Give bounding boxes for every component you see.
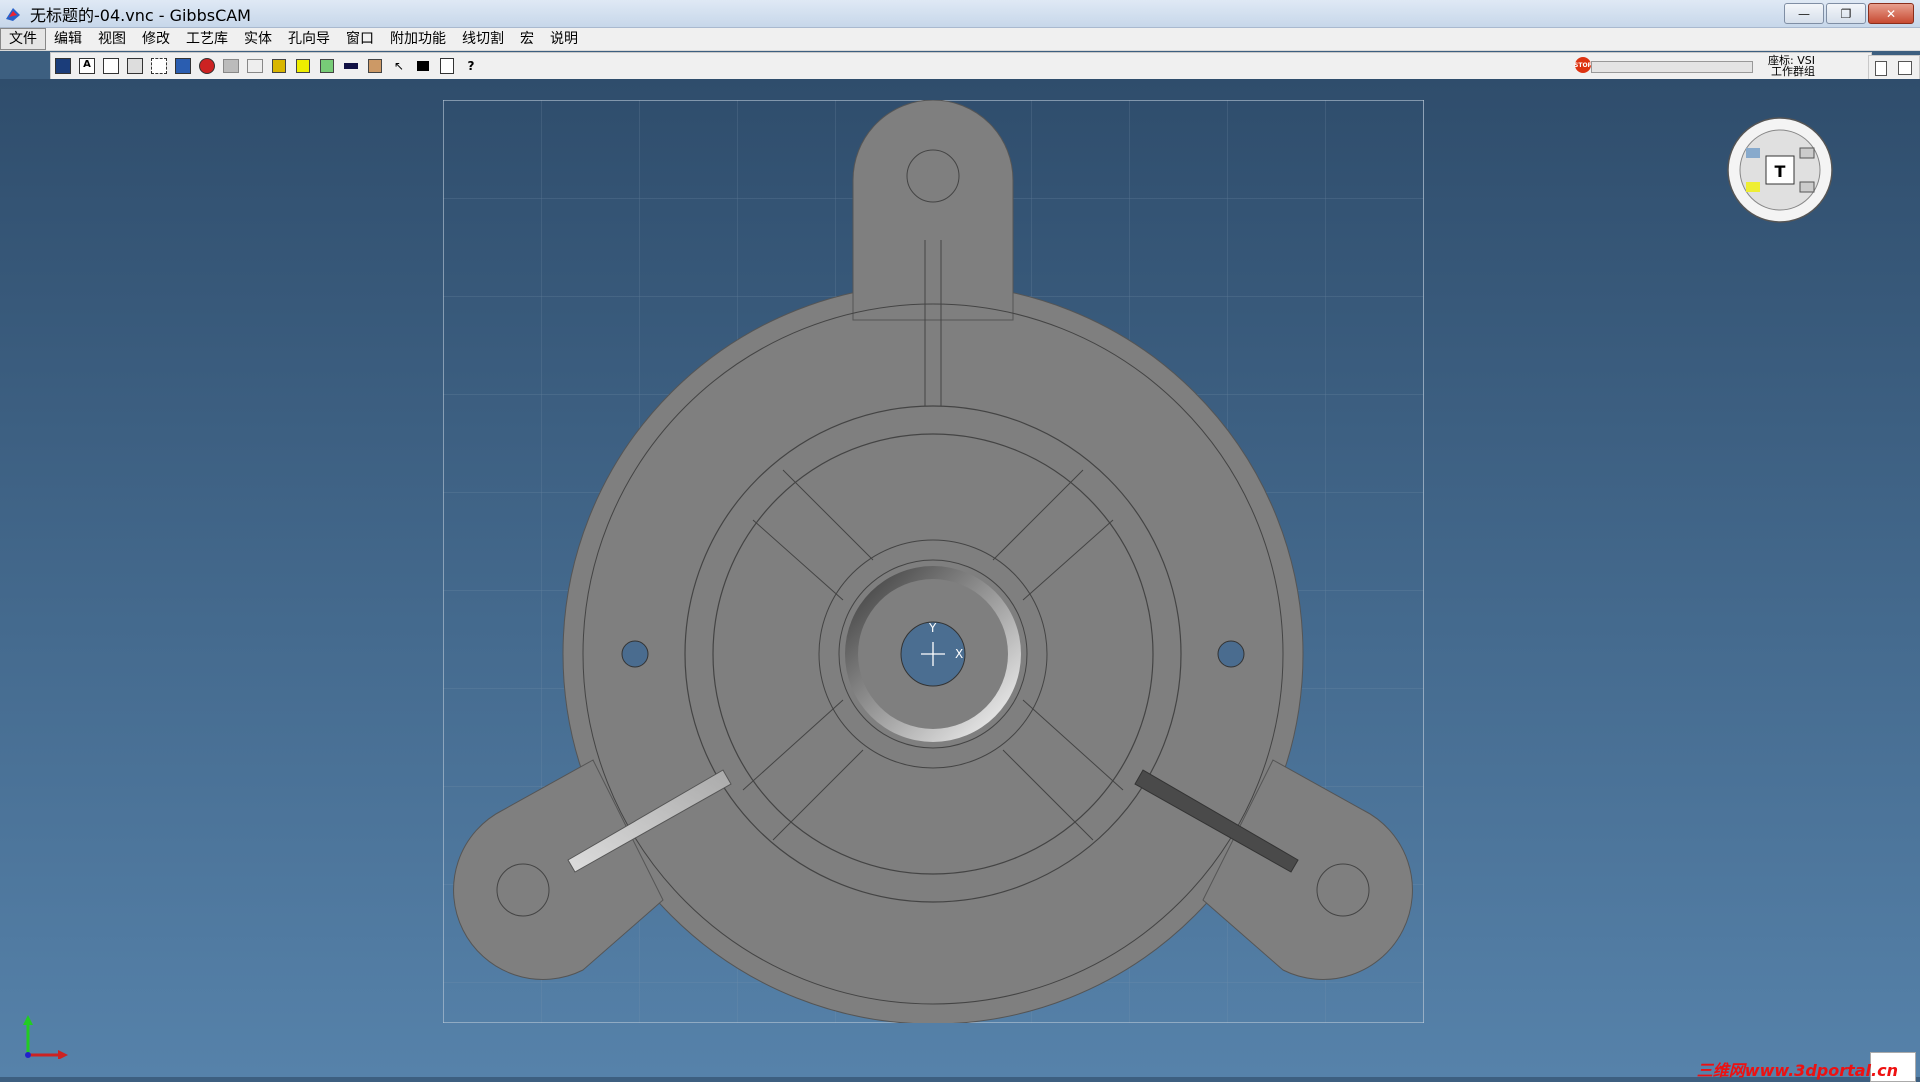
menu-help[interactable]: 说明 [542, 29, 586, 49]
window-title: 无标题的-04.vnc - GibbsCAM [30, 5, 251, 25]
axis-y-label: Y [928, 621, 937, 635]
axis-x-label: X [955, 647, 963, 661]
text-palette-icon[interactable]: A [77, 56, 97, 76]
cube-stack-icon[interactable] [293, 56, 313, 76]
watermark-text: 三维网www.3dportal.cn [1696, 1061, 1898, 1080]
print-icon[interactable] [437, 56, 457, 76]
select-icon[interactable] [149, 56, 169, 76]
menu-bar: 文件 编辑 视图 修改 工艺库 实体 孔向导 窗口 附加功能 线切割 宏 说明 [0, 28, 1920, 51]
gibbscam-logo-icon [6, 7, 20, 21]
render-icon[interactable] [245, 56, 265, 76]
new-document-icon[interactable] [1875, 60, 1887, 76]
bar-icon[interactable] [341, 56, 361, 76]
menu-view[interactable]: 视图 [90, 29, 134, 49]
shapes-icon[interactable] [413, 56, 433, 76]
menu-hole-wizard[interactable]: 孔向导 [280, 29, 338, 49]
grid-icon[interactable] [173, 56, 193, 76]
copy-document-icon[interactable] [1898, 61, 1912, 75]
stop-icon[interactable]: STOP [1574, 57, 1592, 73]
menu-macro[interactable]: 宏 [512, 29, 542, 49]
machining-icon[interactable] [221, 56, 241, 76]
cube-yellow-icon[interactable] [269, 56, 289, 76]
menu-solid[interactable]: 实体 [236, 29, 280, 49]
tool-icon[interactable] [197, 56, 217, 76]
menu-process-library[interactable]: 工艺库 [178, 29, 236, 49]
view-dial[interactable]: T [1726, 116, 1834, 224]
title-bar: 无标题的-04.vnc - GibbsCAM — ❐ ✕ [0, 0, 1920, 28]
solid-box-icon[interactable] [125, 56, 145, 76]
menu-plugins[interactable]: 附加功能 [382, 29, 454, 49]
shape-icon[interactable] [101, 56, 121, 76]
layers-icon[interactable] [317, 56, 337, 76]
main-toolbar: A ↖ ? STOP 座标: VSI 工作群组 [50, 52, 1872, 80]
part-drawing[interactable]: Y X [443, 100, 1424, 1023]
minimize-button[interactable]: — [1784, 3, 1824, 24]
progress-bar [1591, 61, 1753, 73]
menu-file[interactable]: 文件 [0, 28, 46, 50]
axis-indicator-icon [23, 1015, 68, 1059]
stock-icon[interactable] [365, 56, 385, 76]
cursor-icon[interactable]: ↖ [389, 56, 409, 76]
workgroup-label: 工作群组 [1771, 65, 1815, 78]
restore-button[interactable]: ❐ [1826, 3, 1866, 24]
menu-modify[interactable]: 修改 [134, 29, 178, 49]
geometry-palette-icon[interactable] [53, 56, 73, 76]
menu-window[interactable]: 窗口 [338, 29, 382, 49]
dial-center-label[interactable]: T [1775, 162, 1786, 181]
close-button[interactable]: ✕ [1868, 3, 1914, 24]
help-cursor-icon[interactable]: ? [461, 56, 481, 76]
menu-wire-edm[interactable]: 线切割 [454, 29, 512, 49]
menu-edit[interactable]: 编辑 [46, 29, 90, 49]
